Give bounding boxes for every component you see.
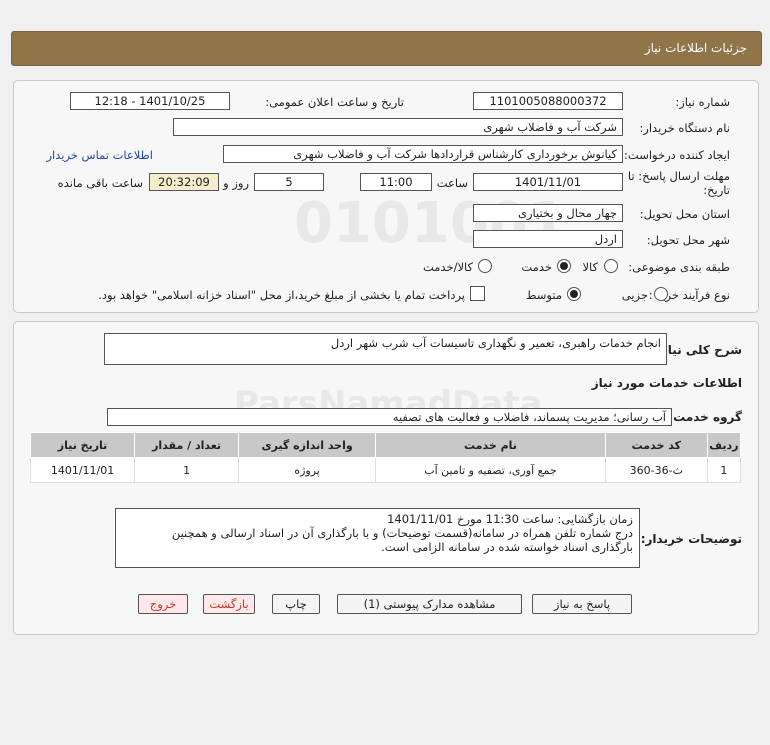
col-quantity: تعداد / مقدار (134, 432, 240, 458)
col-need-date: تاریخ نیاز (29, 432, 136, 458)
buyer-notes-line-1: زمان بازگشایی: ساعت 11:30 مورخ 1401/11/0… (387, 512, 633, 526)
buyer-org-label: نام دستگاه خریدار: (639, 121, 730, 135)
exit-button[interactable]: خروج (138, 594, 188, 614)
buyer-notes-line-2: درج شماره تلفن همراه در سامانه(قسمت توضی… (171, 526, 633, 540)
city-field: اردل (473, 230, 623, 248)
buyer-notes-label: توضیحات خریدار: (640, 532, 742, 546)
process-option-minor: جزیی (621, 288, 648, 302)
category-label: طبقه بندی موضوعی: (628, 260, 730, 274)
need-number-label: شماره نیاز: (675, 95, 730, 109)
services-table: ردیف کد خدمت نام خدمت واحد اندازه گیری ت… (29, 432, 742, 483)
reply-to-need-button[interactable]: پاسخ به نیاز (532, 594, 632, 614)
buyer-contact-link[interactable]: اطلاعات تماس خریدار (46, 148, 153, 162)
province-field: چهار محال و بختیاری (473, 204, 623, 222)
col-service-code: کد خدمت (604, 432, 708, 458)
category-radio-goods-service[interactable] (478, 259, 492, 273)
deadline-time-field: 11:00 (360, 173, 432, 191)
col-unit: واحد اندازه گیری (238, 432, 377, 458)
province-label: استان محل تحویل: (639, 207, 730, 221)
requester-field: کیانوش برخورداری کارشناس قراردادها شرکت … (223, 145, 623, 163)
cell-row-number: 1 (706, 457, 742, 483)
col-service-name: نام خدمت (375, 432, 606, 458)
cell-service-name: جمع آوری، تصفیه و تامین آب (375, 457, 606, 483)
deadline-date-label: تاریخ: (703, 183, 730, 197)
service-group-field: آب رسانی؛ مدیریت پسماند، فاضلاب و فعالیت… (107, 408, 672, 426)
treasury-checkbox[interactable] (470, 286, 485, 301)
table-header-row: ردیف کد خدمت نام خدمت واحد اندازه گیری ت… (29, 432, 742, 458)
page-header: جزئیات اطلاعات نیاز (11, 31, 762, 66)
announce-datetime-label: تاریخ و ساعت اعلان عمومی: (265, 95, 404, 109)
services-section-title: اطلاعات خدمات مورد نیاز (591, 376, 742, 390)
process-radio-medium[interactable] (567, 287, 581, 301)
back-button[interactable]: بازگشت (203, 594, 255, 614)
deadline-label: مهلت ارسال پاسخ: تا (627, 169, 730, 183)
page-title: جزئیات اطلاعات نیاز (644, 41, 747, 55)
summary-field: انجام خدمات راهبری، تعمیر و نگهداری تاسی… (104, 333, 667, 365)
deadline-date-field: 1401/11/01 (473, 173, 623, 191)
days-label: روز و (223, 176, 249, 190)
process-option-medium: متوسط (525, 288, 562, 302)
remaining-time-label: ساعت باقی مانده (57, 176, 143, 190)
category-radio-service[interactable] (557, 259, 571, 273)
service-group-label: گروه خدمت: (668, 410, 742, 424)
buyer-org-field: شرکت آب و فاضلاب شهری (173, 118, 623, 136)
category-option-service: خدمت (521, 260, 552, 274)
buyer-notes-line-3: بارگذاری اسناد خواسته شده در سامانه الزا… (381, 540, 633, 554)
buyer-notes-box: زمان بازگشایی: ساعت 11:30 مورخ 1401/11/0… (115, 508, 640, 568)
days-field: 5 (254, 173, 324, 191)
summary-label: شرح کلی نیاز: (656, 343, 742, 357)
cell-unit: پروژه (238, 457, 377, 483)
category-radio-goods[interactable] (604, 259, 618, 273)
remaining-time-field: 20:32:09 (149, 173, 219, 191)
requester-label: ایجاد کننده درخواست: (624, 148, 730, 162)
category-option-goods-service: کالا/خدمت (422, 260, 473, 274)
announce-datetime-field: 1401/10/25 - 12:18 (70, 92, 230, 110)
treasury-text: پرداخت تمام یا بخشی از مبلغ خرید،از محل … (98, 288, 465, 302)
print-button[interactable]: چاپ (272, 594, 320, 614)
cell-need-date: 1401/11/01 (29, 457, 136, 483)
category-option-goods: کالا (582, 260, 598, 274)
need-number-field: 1101005088000372 (473, 92, 623, 110)
view-attachments-label: مشاهده مدارک پیوستی (1) (363, 597, 496, 611)
need-details-panel: ParsNamadData شرح کلی نیاز: انجام خدمات … (13, 321, 759, 635)
col-row-number: ردیف (706, 432, 742, 458)
cell-quantity: 1 (134, 457, 240, 483)
deadline-time-label: ساعت (436, 176, 468, 190)
table-row: 1 ث-36-360 جمع آوری، تصفیه و تامین آب پر… (29, 457, 742, 483)
process-radio-minor[interactable] (654, 287, 668, 301)
need-info-panel: 0101001 شماره نیاز: 1101005088000372 تار… (13, 80, 759, 313)
city-label: شهر محل تحویل: (646, 233, 730, 247)
cell-service-code: ث-36-360 (604, 457, 708, 483)
view-attachments-button-2[interactable]: مشاهده مدارک پیوستی (1) (337, 594, 522, 614)
